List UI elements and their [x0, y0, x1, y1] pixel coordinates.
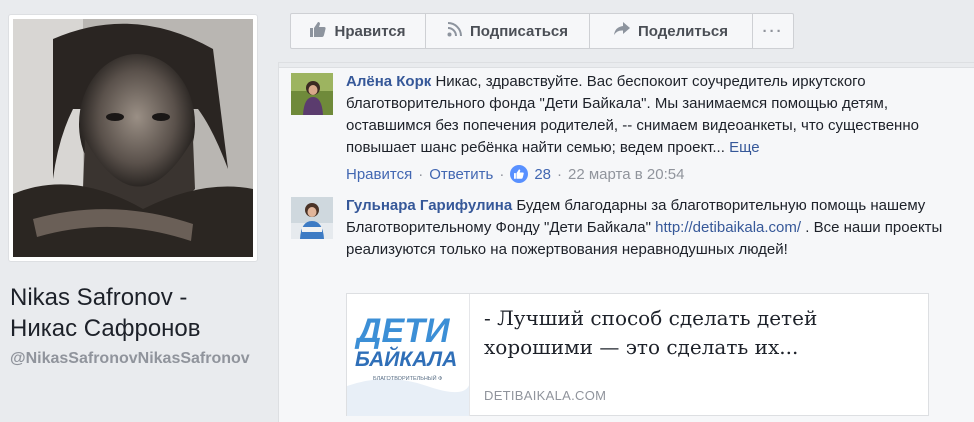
comment-author[interactable]: Гульнара Гарифулина: [346, 197, 512, 214]
link-preview-image[interactable]: ДЕТИ БАЙКАЛА БЛАГОТВОРИТЕЛЬНЫЙ Ф: [347, 294, 470, 416]
comment-reply-link[interactable]: Ответить: [429, 166, 493, 183]
page-sidebar: Nikas Safronov - Никас Сафронов @NikasSa…: [0, 0, 266, 422]
follow-label: Подписаться: [469, 22, 569, 40]
comment-text: Алёна Корк Никас, здравствуйте. Вас бесп…: [346, 71, 946, 159]
comment-author[interactable]: Алёна Корк: [346, 73, 431, 90]
like-page-label: Нравится: [334, 22, 406, 40]
profile-picture[interactable]: [13, 19, 253, 257]
reaction-count[interactable]: 28: [534, 166, 551, 183]
comment-link[interactable]: http://detibaikala.com/: [655, 219, 801, 236]
separator-dot: ·: [557, 165, 563, 183]
thumbs-up-icon: [310, 21, 327, 41]
link-preview-title[interactable]: - Лучший способ сделать детей хорошими —…: [484, 304, 914, 362]
preview-logo-bottom: БАЙКАЛА: [355, 347, 457, 371]
like-page-button[interactable]: Нравится: [291, 14, 426, 48]
comment-actions: Нравится · Ответить · 28 · 22 марта в 20…: [346, 165, 684, 183]
link-preview-card[interactable]: ДЕТИ БАЙКАЛА БЛАГОТВОРИТЕЛЬНЫЙ Ф - Лучши…: [346, 293, 929, 416]
share-button[interactable]: Поделиться: [590, 14, 753, 48]
separator-dot: ·: [418, 165, 424, 183]
divider: [279, 63, 974, 68]
avatar[interactable]: [291, 73, 333, 115]
comment-like-link[interactable]: Нравится: [346, 166, 412, 183]
more-options-button[interactable]: ···: [753, 14, 793, 48]
share-label: Поделиться: [637, 22, 729, 40]
share-arrow-icon: [613, 22, 630, 40]
separator-dot: ·: [499, 165, 505, 183]
comment-timestamp[interactable]: 22 марта в 20:54: [568, 166, 684, 183]
avatar[interactable]: [291, 197, 333, 239]
profile-picture-frame[interactable]: [8, 14, 258, 262]
page-title[interactable]: Nikas Safronov - Никас Сафронов: [10, 282, 260, 344]
preview-logo-caption: БЛАГОТВОРИТЕЛЬНЫЙ Ф: [373, 374, 442, 382]
ellipsis-icon: ···: [762, 22, 784, 40]
preview-logo-top: ДЕТИ: [354, 312, 451, 350]
like-reaction-icon[interactable]: [510, 165, 529, 183]
comment-text: Гульнара Гарифулина Будем благодарны за …: [346, 195, 946, 261]
comments-section: Алёна Корк Никас, здравствуйте. Вас бесп…: [278, 62, 974, 422]
link-preview-domain: DETIBAIKALA.COM: [484, 388, 607, 403]
see-more-link[interactable]: Еще: [729, 139, 760, 156]
rss-icon: [447, 21, 462, 41]
page-action-bar: Нравится Подписаться Поделиться ···: [290, 13, 794, 49]
page-username[interactable]: @NikasSafronovNikasSafronov: [10, 348, 258, 369]
follow-button[interactable]: Подписаться: [426, 14, 590, 48]
comment-message: Никас, здравствуйте. Вас беспокоит соучр…: [346, 73, 919, 156]
